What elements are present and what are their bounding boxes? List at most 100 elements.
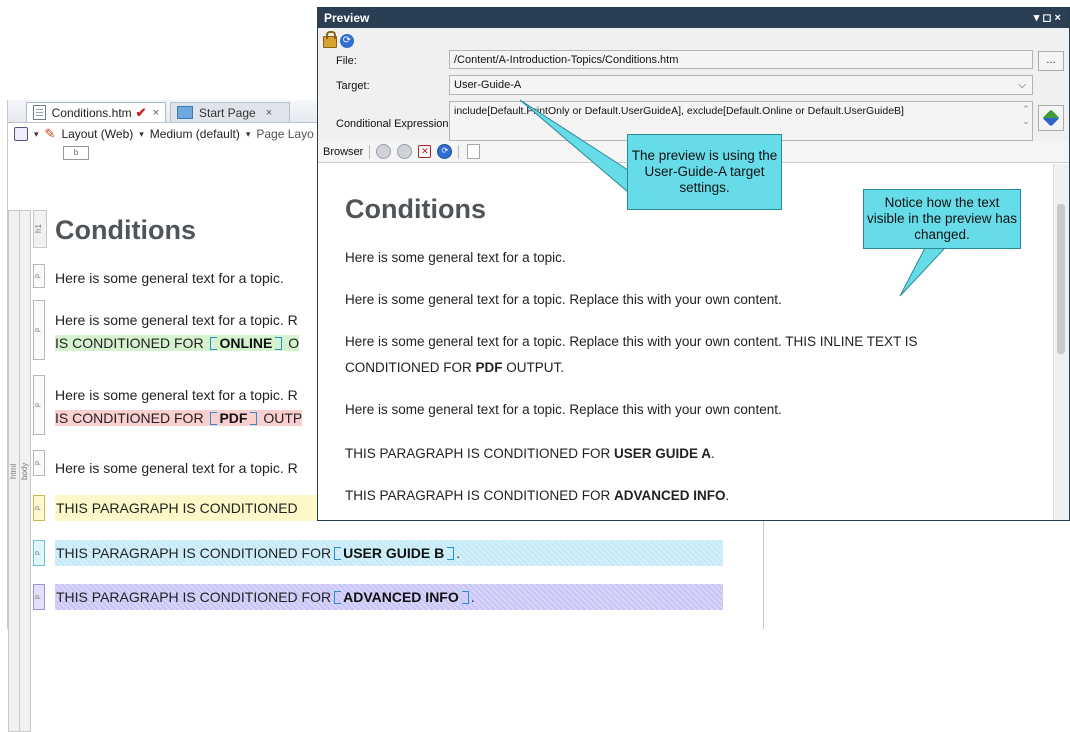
tab-conditions-htm[interactable]: Conditions.htm ✔ ×	[26, 102, 166, 122]
bold-text: ADVANCED INFO	[614, 488, 726, 503]
preview-paragraph: Here is some general text for a topic. R…	[345, 334, 918, 349]
editor-paragraph-conditioned: IS CONDITIONED FOR PDF OUTP	[55, 410, 303, 426]
preview-heading: Conditions	[345, 194, 486, 224]
file-label: File:	[336, 55, 357, 67]
toolbar-separator	[458, 144, 460, 159]
expression-scroll-arrows[interactable]: ⌃ ⌄	[1018, 103, 1034, 129]
paragraph-text: THIS PARAGRAPH IS CONDITIONED	[56, 500, 298, 516]
editor-paragraph: Here is some general text for a topic.	[55, 270, 284, 286]
chevron-down-icon[interactable]: ⌵	[1018, 80, 1026, 91]
condition-tag-close-icon	[461, 590, 469, 604]
preview-paragraph: THIS PARAGRAPH IS CONDITIONED FOR USER G…	[345, 446, 715, 461]
target-select[interactable]: User-Guide-A ⌵	[449, 75, 1033, 95]
preview-title-bar[interactable]: Preview ▾ ◻ ×	[318, 8, 1069, 28]
paragraph-text: .	[711, 446, 715, 461]
forward-icon[interactable]	[397, 144, 413, 159]
p-marker[interactable]: p	[33, 450, 45, 476]
paragraph-text: .	[725, 488, 730, 503]
page-layout-dropdown[interactable]: Page Layo	[256, 127, 313, 141]
window-controls[interactable]: ▾ ◻ ×	[1034, 11, 1061, 24]
document-icon	[33, 105, 46, 120]
paragraph-text: .	[456, 545, 461, 561]
paragraph-text: THIS PARAGRAPH IS CONDITIONED FOR	[56, 589, 332, 605]
edit-expression-button[interactable]	[1038, 105, 1064, 131]
stop-icon[interactable]: ✕	[418, 145, 432, 158]
p-marker[interactable]: p	[33, 375, 45, 435]
preview-paragraph: CONDITIONED FOR PDF OUTPUT.	[345, 360, 564, 375]
preview-window: Preview ▾ ◻ × ⟳ File: /Content/A-Introdu…	[317, 7, 1070, 521]
preview-scrollbar[interactable]	[1053, 164, 1069, 520]
layout-dropdown[interactable]: Layout (Web)	[61, 127, 133, 141]
condition-tag-open-icon	[210, 412, 218, 425]
chevron-down-icon[interactable]: ▾	[139, 129, 144, 140]
target-label: Target:	[336, 80, 370, 92]
editor-paragraph: Here is some general text for a topic. R	[55, 460, 298, 476]
condition-tag-close-icon	[447, 546, 455, 560]
browse-button[interactable]: ...	[1038, 51, 1064, 71]
paragraph-user-guide-b: THIS PARAGRAPH IS CONDITIONED FOR USER G…	[55, 540, 723, 566]
refresh-icon[interactable]: ⟳	[340, 34, 354, 48]
callout-preview-note: Notice how the text visible in the previ…	[863, 189, 1021, 249]
print-icon[interactable]	[467, 144, 481, 159]
preview-settings-panel: ⟳ File: /Content/A-Introduction-Topics/C…	[318, 28, 1069, 149]
editor-paragraph: Here is some general text for a topic. R	[55, 387, 298, 403]
paragraph-text: CONDITIONED FOR	[345, 360, 476, 375]
chevron-down-icon[interactable]: ▾	[34, 129, 39, 140]
body-structure-bar[interactable]: body	[19, 210, 31, 732]
chevron-down-icon[interactable]: ▾	[246, 129, 251, 140]
preview-title: Preview	[324, 11, 370, 25]
toolbar-separator	[369, 144, 371, 159]
medium-dropdown[interactable]: Medium (default)	[150, 127, 240, 141]
back-icon[interactable]	[376, 144, 392, 159]
h1-structure-bar[interactable]: h1	[33, 210, 47, 248]
p-marker[interactable]: p	[33, 540, 45, 566]
paragraph-text: IS CONDITIONED FOR	[55, 335, 208, 351]
block-bar-b[interactable]: b	[63, 146, 89, 160]
editor-paragraph-conditioned: IS CONDITIONED FOR ONLINE O	[55, 335, 300, 351]
tab-start-page[interactable]: Start Page ×	[170, 102, 290, 122]
paragraph-text: O	[284, 335, 300, 351]
condition-online: ONLINE	[219, 335, 273, 351]
paragraph-text: IS CONDITIONED FOR	[55, 410, 208, 426]
condition-tag-close-icon	[250, 412, 258, 425]
close-tab-icon[interactable]: ×	[266, 107, 272, 119]
condition-tag-open-icon	[210, 337, 218, 350]
paragraph-text: OUTP	[259, 410, 303, 426]
editor-paragraph: Here is some general text for a topic. R	[55, 312, 298, 328]
layout-icon: ✎	[44, 126, 56, 141]
paragraph-text: .	[470, 589, 475, 605]
conditional-expression-label: Conditional Expression:	[336, 118, 452, 130]
condition-user-guide-b: USER GUIDE B	[343, 545, 445, 561]
checkmark-icon: ✔	[135, 104, 147, 120]
p-marker[interactable]: p	[33, 584, 45, 610]
preview-paragraph: Here is some general text for a topic.	[345, 250, 566, 265]
condition-tag-open-icon	[334, 590, 342, 604]
browser-label: Browser	[323, 145, 364, 158]
start-page-icon	[177, 106, 193, 119]
p-marker[interactable]: p	[33, 264, 45, 288]
tab-label: Conditions.htm	[51, 105, 132, 120]
preview-paragraph: Here is some general text for a topic. R…	[345, 292, 782, 307]
scrollbar-thumb[interactable]	[1057, 204, 1065, 354]
paragraph-advanced-info: THIS PARAGRAPH IS CONDITIONED FOR ADVANC…	[55, 584, 723, 610]
paragraph-text: OUTPUT.	[502, 360, 565, 375]
editor-heading: Conditions	[55, 215, 196, 245]
preview-paragraph: Here is some general text for a topic. R…	[345, 402, 782, 417]
paragraph-text: THIS PARAGRAPH IS CONDITIONED FOR	[56, 545, 332, 561]
refresh-icon[interactable]: ⟳	[437, 144, 453, 159]
tab-label: Start Page	[199, 105, 256, 120]
file-path-field[interactable]: /Content/A-Introduction-Topics/Condition…	[449, 50, 1033, 69]
paragraph-text: THIS PARAGRAPH IS CONDITIONED FOR	[345, 446, 615, 461]
callout-target-note: The preview is using the User-Guide-A ta…	[627, 134, 782, 210]
close-tab-icon[interactable]: ×	[153, 107, 159, 119]
preview-paragraph: THIS PARAGRAPH IS CONDITIONED FOR ADVANC…	[345, 488, 729, 503]
zoom-icon[interactable]	[14, 127, 28, 141]
lock-icon[interactable]	[323, 31, 337, 48]
p-marker[interactable]: p	[33, 300, 45, 360]
p-marker[interactable]: p	[33, 495, 45, 521]
bold-text: USER GUIDE A	[614, 446, 712, 461]
condition-pdf: PDF	[219, 410, 248, 426]
target-value: User-Guide-A	[454, 79, 522, 91]
paragraph-text: THIS PARAGRAPH IS CONDITIONED FOR	[345, 488, 615, 503]
condition-tag-open-icon	[334, 546, 342, 560]
